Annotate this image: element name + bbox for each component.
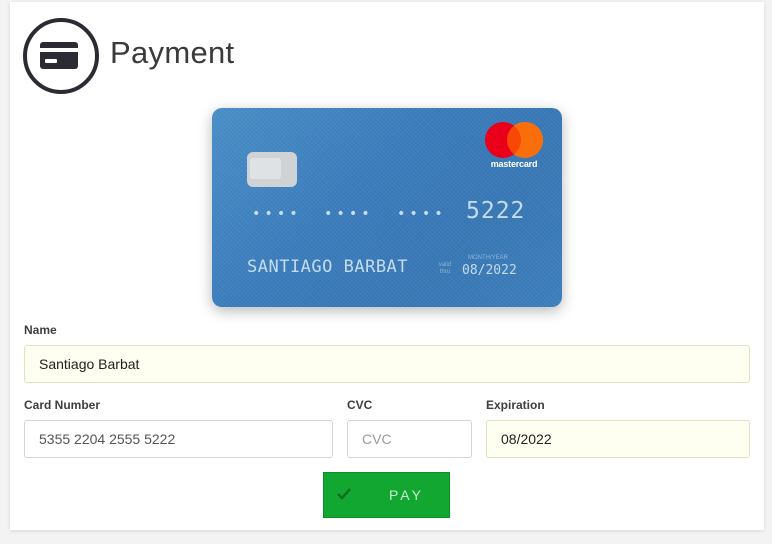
mastercard-logo: mastercard xyxy=(482,122,546,174)
valid-thru-label: valid thru xyxy=(438,262,452,275)
mastercard-overlap xyxy=(507,122,543,158)
cvc-field[interactable] xyxy=(347,420,472,458)
card-number-mask-3: •••• xyxy=(397,206,447,222)
expiration-field[interactable] xyxy=(486,420,750,458)
chip-icon xyxy=(247,152,297,187)
credit-card-icon xyxy=(23,18,99,94)
page-title: Payment xyxy=(110,35,235,70)
card-number-mask-1: •••• xyxy=(252,206,302,222)
cvc-label: CVC xyxy=(347,398,373,412)
card-number-field[interactable] xyxy=(24,420,333,458)
card-expiry: 08/2022 xyxy=(462,263,517,278)
check-icon xyxy=(337,488,351,500)
card-last-four: 5222 xyxy=(466,198,526,224)
card-holder-name: SANTIAGO BARBAT xyxy=(247,257,409,277)
pay-button-label: PAY xyxy=(389,487,424,503)
credit-card-preview: mastercard •••• •••• •••• 5222 SANTIAGO … xyxy=(212,108,562,307)
name-field[interactable] xyxy=(24,345,750,383)
pay-button[interactable]: PAY xyxy=(323,472,450,518)
month-year-label: MONTH/YEAR xyxy=(468,255,509,261)
card-number-mask-2: •••• xyxy=(324,206,374,222)
mastercard-label: mastercard xyxy=(490,159,538,169)
expiration-label: Expiration xyxy=(486,398,545,412)
name-label: Name xyxy=(24,323,57,337)
card-number-label: Card Number xyxy=(24,398,101,412)
